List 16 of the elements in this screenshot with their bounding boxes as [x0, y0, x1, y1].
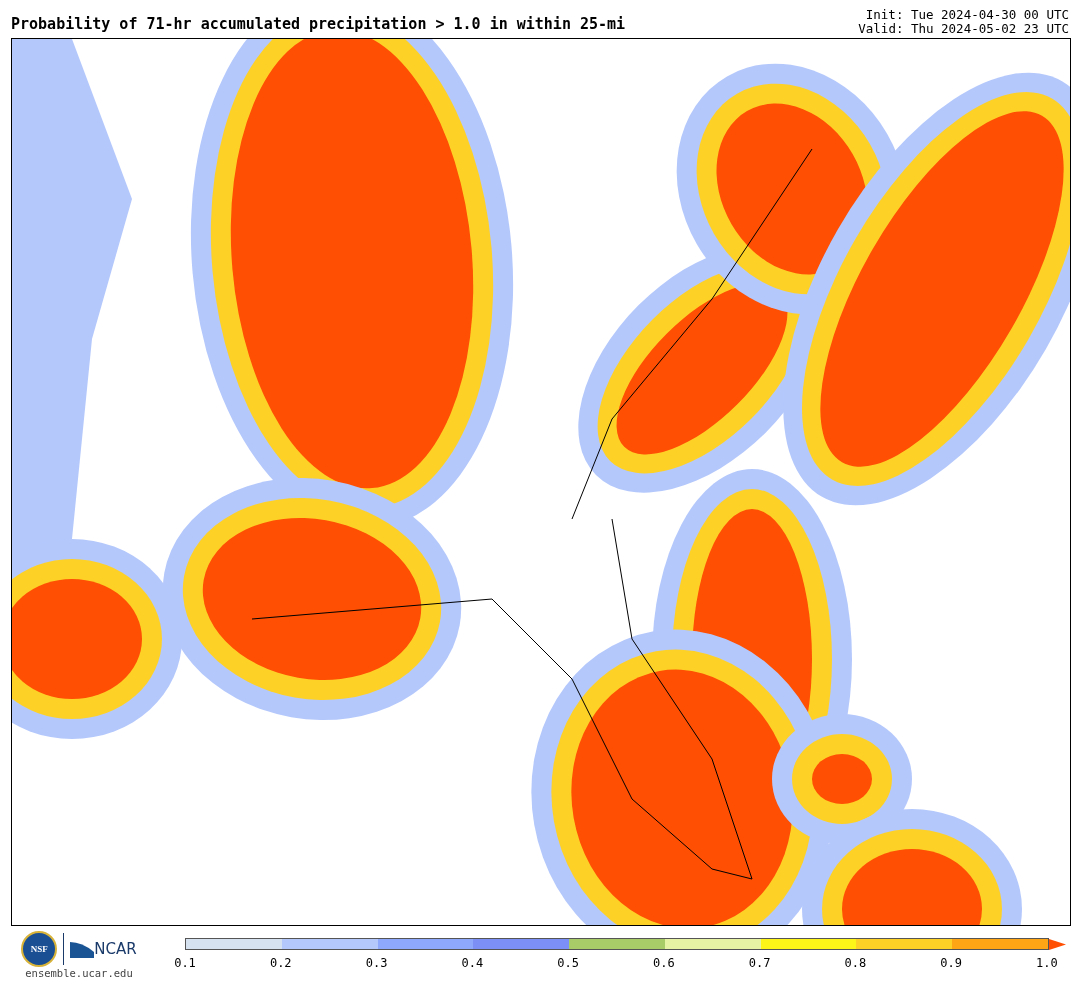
- tick-label: 0.4: [460, 956, 485, 970]
- tick-label: 0.9: [939, 956, 963, 970]
- ncar-logo: NCAR: [70, 940, 137, 958]
- nsf-logo: NSF: [21, 931, 58, 967]
- tick-label: 0.2: [268, 956, 293, 970]
- valid-time: Valid: Thu 2024-05-02 23 UTC: [858, 22, 1069, 36]
- tick-label: 0.5: [556, 956, 580, 970]
- tick-label: 0.1: [173, 956, 197, 970]
- tick-label: 0.8: [843, 956, 868, 970]
- website-url: ensemble.ucar.edu: [25, 967, 133, 979]
- tick-label: 0.3: [364, 956, 389, 970]
- tick-label: 1.0: [1035, 956, 1059, 970]
- tick-label: 0.6: [652, 956, 676, 970]
- tick-label: 0.7: [747, 956, 772, 970]
- chart-title: Probability of 71-hr accumulated precipitation > 1.0 in within 25-mi: [11, 15, 626, 35]
- init-time: Init: Tue 2024-04-30 00 UTC: [865, 8, 1069, 22]
